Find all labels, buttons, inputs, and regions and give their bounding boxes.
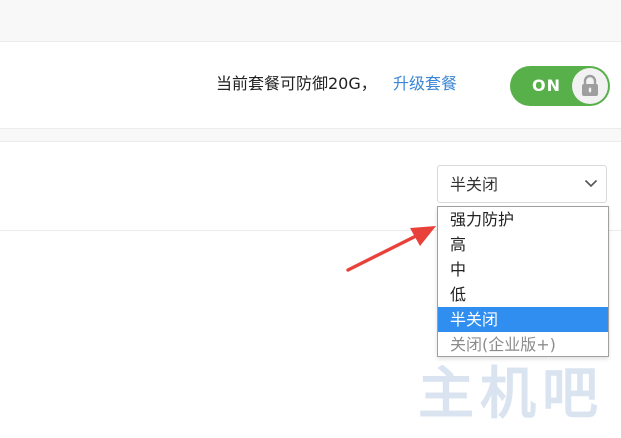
section-divider — [0, 129, 621, 142]
upgrade-plan-link[interactable]: 升级套餐 — [393, 73, 457, 95]
protection-level-select[interactable]: 半关闭 — [437, 165, 607, 203]
plan-row: 当前套餐可防御20G， 升级套餐 ON — [0, 42, 621, 129]
select-current-value: 半关闭 — [450, 175, 499, 194]
protection-toggle[interactable]: ON — [510, 66, 610, 106]
chevron-down-icon — [584, 179, 598, 188]
option-high[interactable]: 高 — [438, 232, 608, 257]
toggle-knob — [572, 68, 608, 104]
option-half-off[interactable]: 半关闭 — [438, 307, 608, 332]
option-low[interactable]: 低 — [438, 282, 608, 307]
red-arrow-annotation — [346, 226, 436, 272]
watermark: 主机吧 — [418, 361, 604, 427]
option-off-enterprise[interactable]: 关闭(企业版+) — [438, 332, 608, 357]
protection-level-dropdown: 强力防护 高 中 低 半关闭 关闭(企业版+) — [437, 206, 609, 357]
toggle-label: ON — [532, 76, 561, 95]
top-strip — [0, 0, 621, 42]
option-medium[interactable]: 中 — [438, 257, 608, 282]
lock-icon — [582, 74, 598, 96]
plan-description: 当前套餐可防御20G， — [216, 74, 377, 93]
option-strong-protection[interactable]: 强力防护 — [438, 207, 608, 232]
